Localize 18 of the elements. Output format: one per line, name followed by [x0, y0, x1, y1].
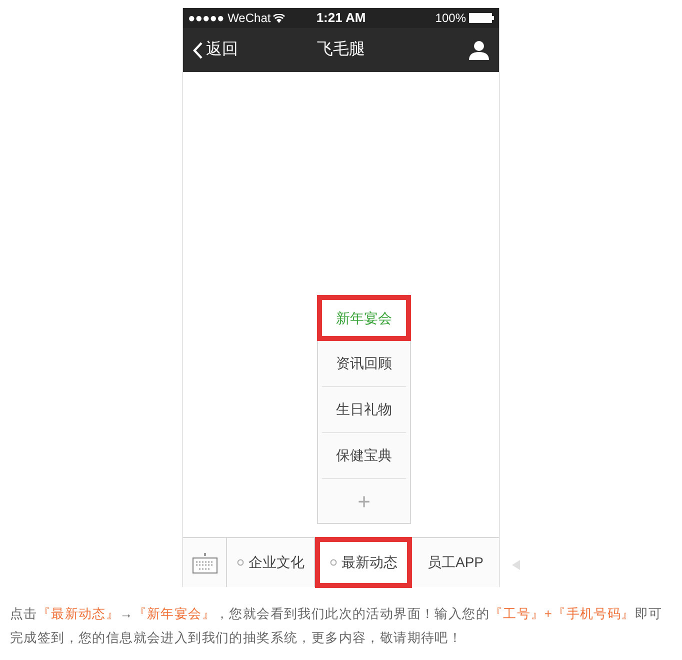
- submenu-item[interactable]: 生日礼物: [322, 387, 406, 433]
- submenu-indicator-icon: [330, 559, 336, 566]
- keyboard-icon[interactable]: [192, 552, 218, 574]
- battery-level: 100%: [435, 10, 466, 27]
- submenu-item[interactable]: 资讯回顾: [322, 341, 406, 387]
- submenu-item[interactable]: 保健宝典: [322, 433, 406, 479]
- carrier-name: ●●●●● WeChat: [188, 10, 271, 27]
- status-time: 1:21 AM: [316, 9, 366, 28]
- submenu-indicator-icon: [236, 559, 244, 566]
- page-title: 飞毛腿: [317, 40, 365, 60]
- caption-paragraph: 点击『最新动态』→『新年宴会』，您就会看到我们此次的活动界面！输入您的『工号』+『手机号码』即可完成签到，您的信息就会进入到我们的抽奖系统，更多内容，敬请期待吧！: [9, 605, 664, 647]
- battery-icon: [469, 13, 494, 23]
- wifi-icon: [272, 14, 285, 22]
- back-chevron-icon: [193, 42, 203, 58]
- profile-icon[interactable]: [469, 40, 489, 60]
- back-button[interactable]: 返回: [193, 38, 263, 62]
- menu-tab[interactable]: 员工APP: [412, 538, 499, 587]
- menu-tab[interactable]: 最新动态: [315, 537, 412, 588]
